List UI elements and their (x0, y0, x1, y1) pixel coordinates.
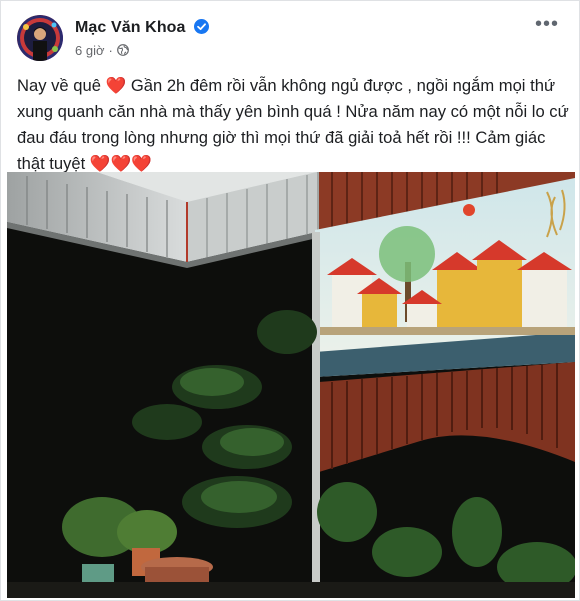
post-meta: 6 giờ · (75, 43, 129, 58)
author-name-line[interactable]: Mạc Văn Khoa (75, 19, 210, 37)
post-header: Mạc Văn Khoa 6 giờ · ••• (17, 14, 565, 63)
more-options-icon[interactable]: ••• (533, 14, 561, 37)
facebook-post: Mạc Văn Khoa 6 giờ · ••• Nay về quê ❤️ Gầ… (0, 0, 580, 601)
author-name[interactable]: Mạc Văn Khoa (75, 19, 186, 36)
post-photo[interactable] (7, 172, 575, 598)
author-avatar[interactable] (17, 15, 63, 61)
globe-icon[interactable] (116, 44, 129, 56)
verified-badge-icon (194, 19, 210, 34)
meta-separator: · (108, 43, 113, 58)
post-caption: Nay về quê ❤️ Gần 2h đêm rồi vẫn không n… (17, 73, 569, 177)
heart-emoji: ❤️ (105, 76, 127, 95)
caption-text-1: Nay về quê (17, 76, 106, 95)
hearts-emoji: ❤️❤️❤️ (89, 154, 152, 173)
post-timestamp[interactable]: 6 giờ (75, 43, 105, 58)
night-garden-image (7, 172, 575, 598)
